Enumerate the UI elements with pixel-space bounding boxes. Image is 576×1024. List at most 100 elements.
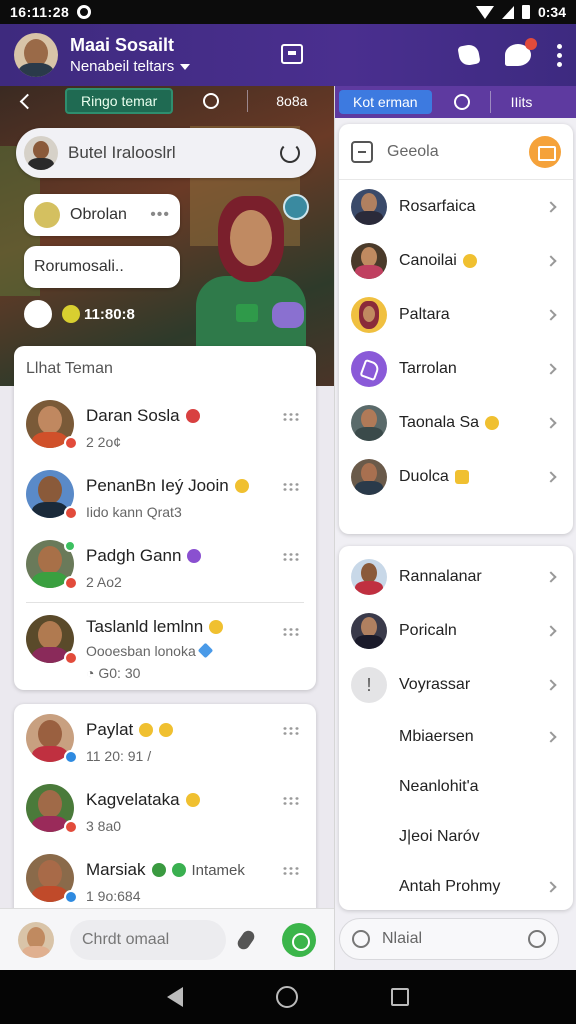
avatar — [351, 559, 387, 595]
emoji-icon — [454, 470, 469, 484]
menu-item-label: Paltara — [399, 306, 450, 323]
right-compose-bar: Nlaial — [339, 914, 573, 964]
inbox-button[interactable] — [529, 135, 561, 168]
timer-icon[interactable] — [528, 930, 546, 948]
right-input-placeholder: Nlaial — [382, 930, 423, 947]
message-placeholder: Chrdt omaal — [82, 930, 170, 948]
video-call-icon[interactable] — [283, 194, 309, 220]
status-badge — [64, 436, 78, 450]
drag-handle-icon[interactable] — [282, 412, 300, 422]
contact-name: Padgh Gann — [86, 546, 202, 566]
notification-icon — [77, 5, 92, 19]
drag-handle-icon[interactable] — [282, 552, 300, 562]
home-icon[interactable] — [275, 986, 298, 1008]
emoji-icon — [485, 416, 500, 430]
chevron-right-icon — [545, 309, 557, 321]
avatar — [351, 613, 387, 649]
user-avatar[interactable] — [18, 921, 54, 958]
contact-row[interactable]: Padgh Gann 2 Ao2 — [14, 540, 316, 590]
menu-item[interactable]: Mbiaersen — [339, 712, 573, 762]
menu-item[interactable]: Canoilai — [339, 234, 573, 288]
contact-sub: Iido kann Qrat3 — [86, 504, 182, 520]
contact-info: Kagvelataka 3 8a0 — [86, 784, 200, 834]
system-nav-bar — [0, 970, 576, 1024]
menu-item[interactable]: Antah Prohmy — [339, 862, 573, 912]
more-options-icon[interactable] — [557, 43, 562, 67]
back-icon[interactable] — [166, 987, 183, 1007]
story-row[interactable]: 11:80:8 — [24, 300, 135, 328]
search-bubble[interactable]: Butel Iralooslrl — [16, 128, 316, 178]
camera-icon[interactable] — [236, 304, 258, 322]
divider — [26, 602, 304, 603]
tab-green[interactable]: Ringo temar — [65, 88, 174, 114]
switch-camera-icon[interactable] — [272, 302, 304, 328]
battery-icon — [521, 5, 530, 19]
menu-card-secondary: Rannalanar Poricaln ! Voyrassar Mbiaerse… — [339, 546, 573, 910]
recent-apps-icon[interactable] — [391, 988, 410, 1006]
avatar — [351, 189, 387, 225]
right-tab-bar: Kot erman IIits — [335, 86, 576, 118]
app-bar: Maai Sosailt Nenabeil teltars — [0, 24, 576, 86]
menu-search-row[interactable]: Geeola — [339, 124, 573, 180]
wifi-icon — [475, 5, 494, 19]
contact-name: Kagvelataka — [86, 790, 200, 810]
chat-bubble-label[interactable]: Obrolan ••• — [24, 194, 180, 236]
app-title-group[interactable]: Maai Sosailt Nenabeil teltars — [70, 35, 191, 75]
menu-item[interactable]: Duolca — [339, 450, 573, 504]
drag-handle-icon[interactable] — [282, 796, 300, 806]
right-message-input[interactable]: Nlaial — [339, 918, 559, 960]
contact-info: Padgh Gann 2 Ao2 — [86, 540, 202, 590]
contact-sub: 1 9o:684 — [86, 888, 141, 904]
app-subtitle: Nenabeil teltars — [70, 58, 191, 75]
menu-item[interactable]: Paltara — [339, 288, 573, 342]
contact-sub: 11 20: 91 / — [86, 748, 152, 764]
send-button[interactable] — [282, 922, 316, 957]
contact-row[interactable]: Daran Sosla 2 2o¢ — [14, 400, 316, 450]
screen: 16:11:28 0:34 Maai Sosailt Nenabeil telt… — [0, 0, 576, 1024]
drag-handle-icon[interactable] — [282, 866, 300, 876]
archive-icon[interactable] — [281, 44, 303, 64]
contact-row[interactable]: Taslanld lemlnn Oooesban lonoka ◔ G0: 30 — [14, 615, 316, 681]
emoji-icon — [34, 202, 60, 228]
tab-text[interactable]: 8o8a — [276, 93, 307, 109]
contact-row[interactable]: Kagvelataka 3 8a0 — [14, 784, 316, 834]
menu-item[interactable]: Rosarfaica — [339, 180, 573, 234]
divider — [247, 90, 249, 112]
app-subtitle-text: Nenabeil teltars — [70, 58, 175, 75]
contact-sub: Oooesban lonoka — [86, 642, 223, 659]
minus-box-icon[interactable] — [351, 140, 373, 163]
mic-icon[interactable] — [235, 927, 257, 952]
refresh-icon[interactable] — [280, 143, 300, 163]
tab-text[interactable]: IIits — [511, 94, 533, 110]
menu-item[interactable]: Tarrolan — [339, 342, 573, 396]
message-input[interactable]: Chrdt omaal — [70, 919, 226, 960]
phone-icon[interactable] — [457, 43, 481, 67]
menu-item[interactable]: ! Voyrassar — [339, 658, 573, 712]
menu-item-label: Tarrolan — [399, 360, 457, 377]
chat-icon[interactable] — [505, 38, 537, 66]
chat-bubble-message[interactable]: Rorumosali.. — [24, 246, 180, 288]
location-icon[interactable] — [453, 94, 470, 110]
location-icon[interactable] — [203, 93, 220, 109]
menu-item[interactable]: Poricaln — [339, 604, 573, 658]
menu-item[interactable]: Rannalanar — [339, 550, 573, 604]
more-icon[interactable]: ••• — [150, 206, 170, 224]
chevron-right-icon — [545, 731, 557, 743]
tab-active[interactable]: Kot erman — [339, 90, 432, 114]
drag-handle-icon[interactable] — [282, 627, 300, 637]
menu-item[interactable]: J|eoi Naróv — [339, 812, 573, 862]
drag-handle-icon[interactable] — [282, 726, 300, 736]
drag-handle-icon[interactable] — [282, 482, 300, 492]
search-label: Geeola — [387, 142, 439, 160]
contact-row[interactable]: PenanBn Ieý Jooin Iido kann Qrat3 — [14, 470, 316, 520]
avatar — [24, 136, 58, 170]
emoji-icon — [462, 254, 477, 268]
chevron-right-icon — [545, 571, 557, 583]
left-nav-bar: Ringo temar 8o8a — [0, 86, 334, 116]
menu-item[interactable]: Taonala Sa — [339, 396, 573, 450]
profile-avatar[interactable] — [14, 33, 58, 77]
contact-row[interactable]: Paylat 11 20: 91 / — [14, 714, 316, 764]
back-icon[interactable] — [19, 93, 36, 109]
contact-row[interactable]: Marsiak Intamek 1 9o:684 — [14, 854, 316, 904]
menu-item[interactable]: Neanlohit'a — [339, 762, 573, 812]
